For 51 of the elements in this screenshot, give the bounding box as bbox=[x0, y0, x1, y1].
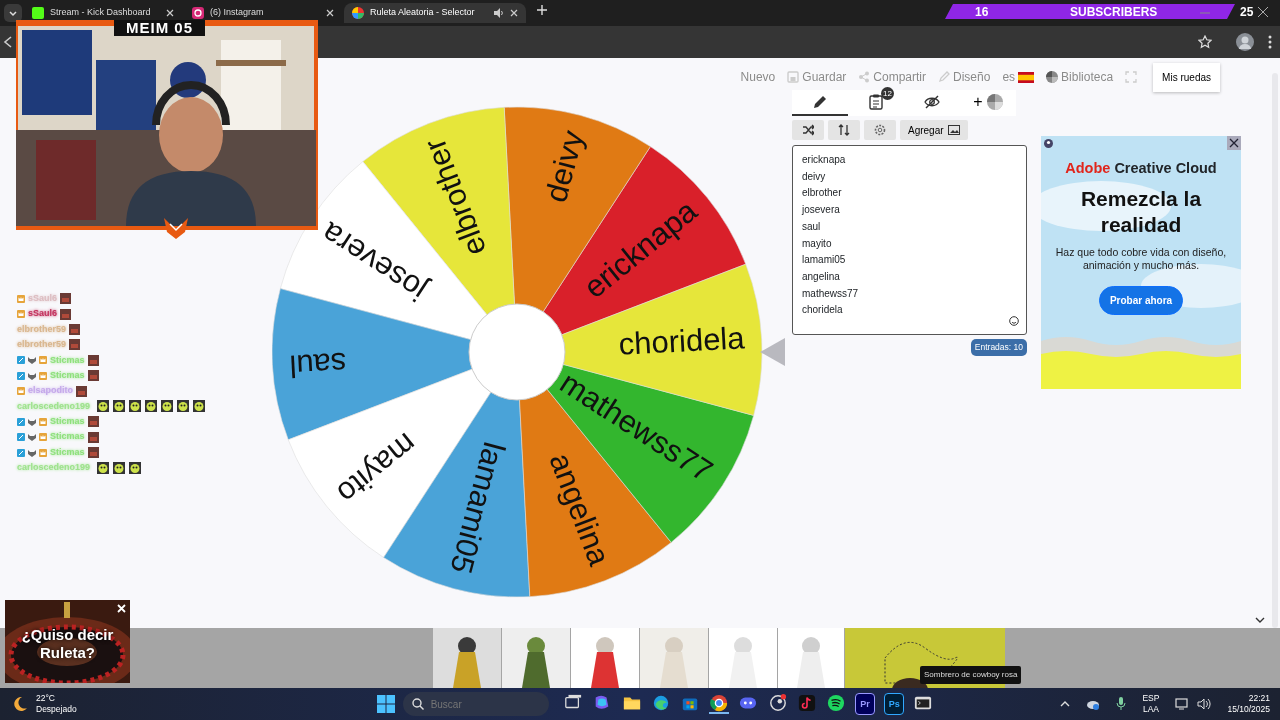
subscriber-count: 16 bbox=[975, 3, 990, 21]
slice-label: deivy bbox=[538, 126, 591, 206]
clock-time[interactable]: 22:21 bbox=[1227, 693, 1270, 704]
chat-username: carloscedeno199 bbox=[17, 461, 91, 475]
entry-count: Entradas: 10 bbox=[970, 339, 1027, 356]
add-image-button[interactable]: Agregar bbox=[900, 120, 968, 140]
entry-line: mathewss77 bbox=[802, 286, 859, 301]
product-name: Creative Cloud bbox=[1114, 159, 1217, 178]
entry-line: angelina bbox=[802, 269, 840, 284]
chat-username: Sticmas bbox=[50, 430, 85, 444]
chat-username: Sticmas bbox=[50, 353, 85, 367]
subscriber-label: SUBSCRIBERS bbox=[1070, 3, 1158, 21]
keyboard-layout: LAA bbox=[1142, 704, 1160, 715]
brand-name: Adobe bbox=[1065, 159, 1111, 178]
weather-condition: Despejado bbox=[36, 704, 77, 715]
taskbar-app-button[interactable]: Ps bbox=[884, 693, 905, 715]
language-code: ESP bbox=[1142, 693, 1160, 704]
entry-line: mayito bbox=[802, 236, 832, 251]
chat-username: sSaul6 bbox=[28, 291, 58, 305]
slice-label: choridela bbox=[617, 320, 746, 362]
entry-line: deivy bbox=[802, 169, 826, 184]
search-field[interactable]: Buscar bbox=[402, 692, 549, 716]
clock-date[interactable]: 15/10/2025 bbox=[1227, 704, 1270, 715]
temperature: 22°C bbox=[36, 693, 56, 704]
chat-username: Sticmas bbox=[50, 415, 85, 429]
editor-tab[interactable]: + bbox=[960, 90, 1016, 116]
entry-line: choridela bbox=[802, 303, 843, 318]
chat-username: Sticmas bbox=[50, 445, 85, 459]
taskbar-app-button[interactable]: Pr bbox=[855, 693, 876, 715]
chat-username: carloscedeno199 bbox=[17, 399, 91, 413]
entry-line: saul bbox=[802, 219, 821, 234]
chat-username: Sticmas bbox=[50, 368, 85, 382]
chat-username: elbrother59 bbox=[17, 338, 67, 352]
entry-line: josevera bbox=[802, 203, 840, 218]
entries-field[interactable]: ericknapa deivy elbrother josevera saul mayito lamami05 angelina mathewss77 choridela bbox=[792, 145, 1027, 335]
chat-username: sSaul6 bbox=[28, 307, 58, 321]
stream-title: MEIM 05 bbox=[114, 20, 205, 36]
slice-label: saul bbox=[288, 345, 348, 384]
tooltip: Sombrero de cowboy rosa bbox=[920, 666, 1022, 684]
editor-tab[interactable]: 12 bbox=[848, 90, 904, 116]
my-wheels-button[interactable]: Mis ruedas bbox=[1153, 62, 1220, 92]
chat-username: elbrother59 bbox=[17, 322, 67, 336]
entry-line: lamami05 bbox=[802, 253, 846, 268]
entry-line: elbrother bbox=[802, 186, 842, 201]
browser-tab[interactable]: Ruleta Aleatoria - Selector bbox=[344, 3, 526, 23]
browser-tab[interactable]: Stream - Kick Dashboard bbox=[24, 3, 182, 23]
ad-headline: Remezcla la realidad bbox=[1079, 185, 1203, 238]
entry-line: ericknapa bbox=[802, 153, 846, 167]
ad-text: Haz que todo cobre vida con diseño, animación y mucho más. bbox=[1054, 245, 1228, 272]
chat-username: elsapodito bbox=[28, 384, 73, 398]
count-badge: 12 bbox=[881, 87, 894, 100]
